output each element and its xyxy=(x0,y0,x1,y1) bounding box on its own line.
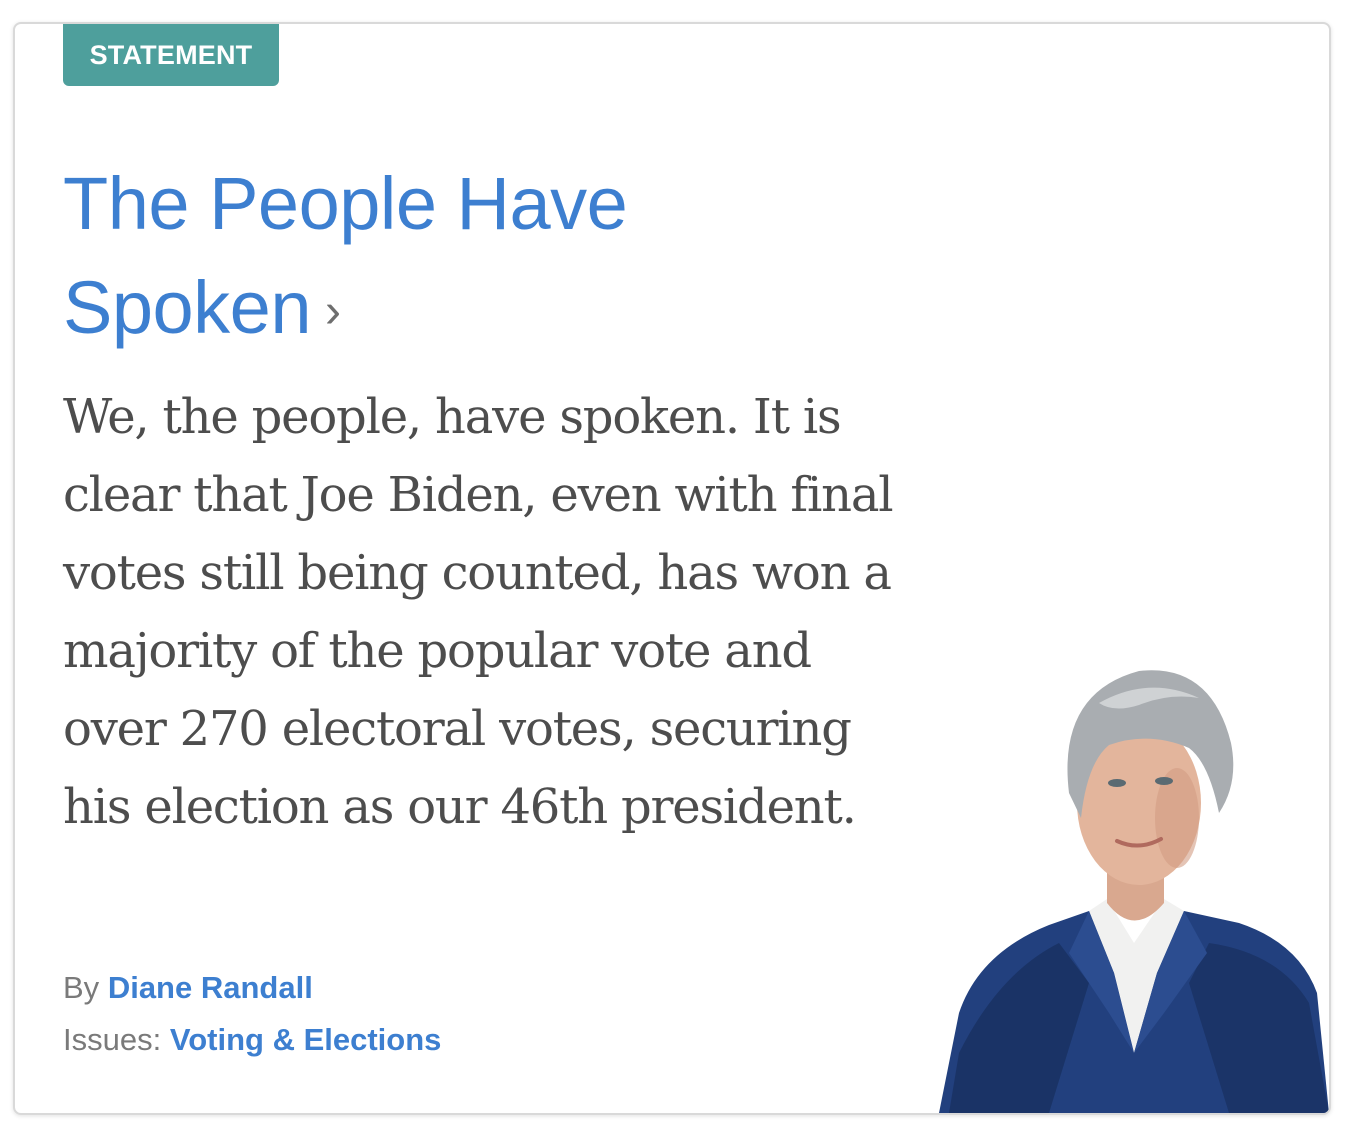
portrait-eye-right xyxy=(1155,777,1173,785)
chevron-right-icon: › xyxy=(324,285,341,338)
author-link[interactable]: Diane Randall xyxy=(108,970,313,1005)
byline-prefix: By xyxy=(63,970,100,1005)
statement-badge: STATEMENT xyxy=(63,24,279,86)
article-excerpt: We, the people, have spoken. It is clear… xyxy=(63,389,894,835)
badge-label: STATEMENT xyxy=(89,39,253,70)
issues-line: Issues: Voting & Elections xyxy=(63,1020,441,1060)
issue-topic-link[interactable]: Voting & Elections xyxy=(170,1022,442,1057)
portrait-eye-left xyxy=(1108,779,1126,787)
byline: By Diane Randall xyxy=(63,968,313,1008)
statement-card: STATEMENT The People Have Spoken › We, th… xyxy=(13,22,1331,1115)
author-portrait xyxy=(939,670,1329,1113)
article-title-link[interactable]: The People Have Spoken › xyxy=(63,152,703,364)
article-title: The People Have Spoken xyxy=(63,162,628,349)
issues-prefix: Issues: xyxy=(63,1022,162,1057)
